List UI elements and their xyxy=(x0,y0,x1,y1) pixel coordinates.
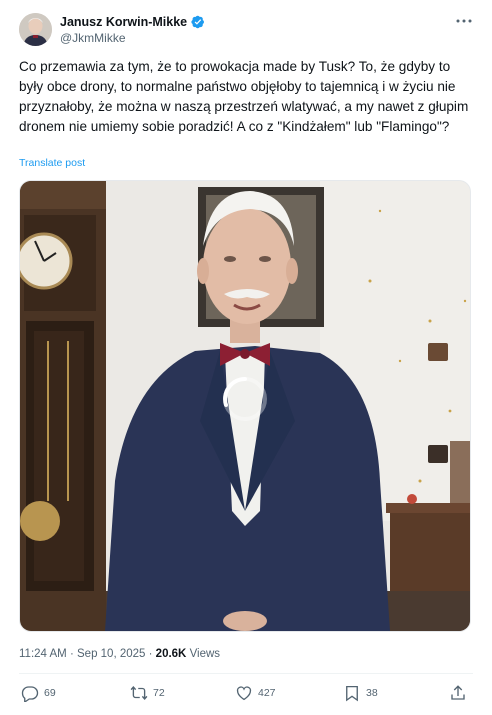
repost-button[interactable]: 72 xyxy=(130,684,165,702)
bookmark-icon xyxy=(346,685,358,702)
meta-separator: · xyxy=(69,648,74,660)
meta-separator: · xyxy=(148,648,153,660)
reply-icon xyxy=(21,686,39,702)
avatar-image xyxy=(19,13,52,46)
share-button[interactable] xyxy=(449,684,467,702)
tweet-time[interactable]: 11:24 AM xyxy=(19,648,67,660)
video-frame xyxy=(20,181,470,631)
repost-count: 72 xyxy=(153,687,165,699)
action-bar: 69 72 427 38 xyxy=(0,684,492,708)
like-count: 427 xyxy=(258,687,276,699)
views-count: 20.6K xyxy=(155,648,187,660)
verified-badge-icon xyxy=(191,15,205,29)
share-icon xyxy=(451,685,465,700)
translate-post-link[interactable]: Translate post xyxy=(19,157,85,169)
views-label: Views xyxy=(189,648,221,660)
reply-count: 69 xyxy=(44,687,56,699)
reply-button[interactable]: 69 xyxy=(21,684,56,702)
tweet-date[interactable]: Sep 10, 2025 xyxy=(77,648,145,660)
heart-icon xyxy=(236,686,252,701)
like-button[interactable]: 427 xyxy=(235,684,276,702)
video-player[interactable] xyxy=(19,180,471,632)
tweet-card: Janusz Korwin-Mikke @JkmMikke Co przemaw… xyxy=(0,0,492,715)
tweet-meta: 11:24 AM · Sep 10, 2025 · 20.6K Views xyxy=(19,648,220,660)
author-display-name[interactable]: Janusz Korwin-Mikke xyxy=(60,15,187,29)
avatar[interactable] xyxy=(19,13,52,46)
author-handle[interactable]: @JkmMikke xyxy=(60,31,126,45)
repost-icon xyxy=(130,685,148,701)
divider xyxy=(19,673,473,674)
bookmark-button[interactable]: 38 xyxy=(343,684,378,702)
more-dots-icon[interactable] xyxy=(455,14,473,28)
bookmark-count: 38 xyxy=(366,687,378,699)
tweet-text: Co przemawia za tym, że to prowokacja ma… xyxy=(19,59,469,134)
author-name-row: Janusz Korwin-Mikke xyxy=(60,15,205,29)
